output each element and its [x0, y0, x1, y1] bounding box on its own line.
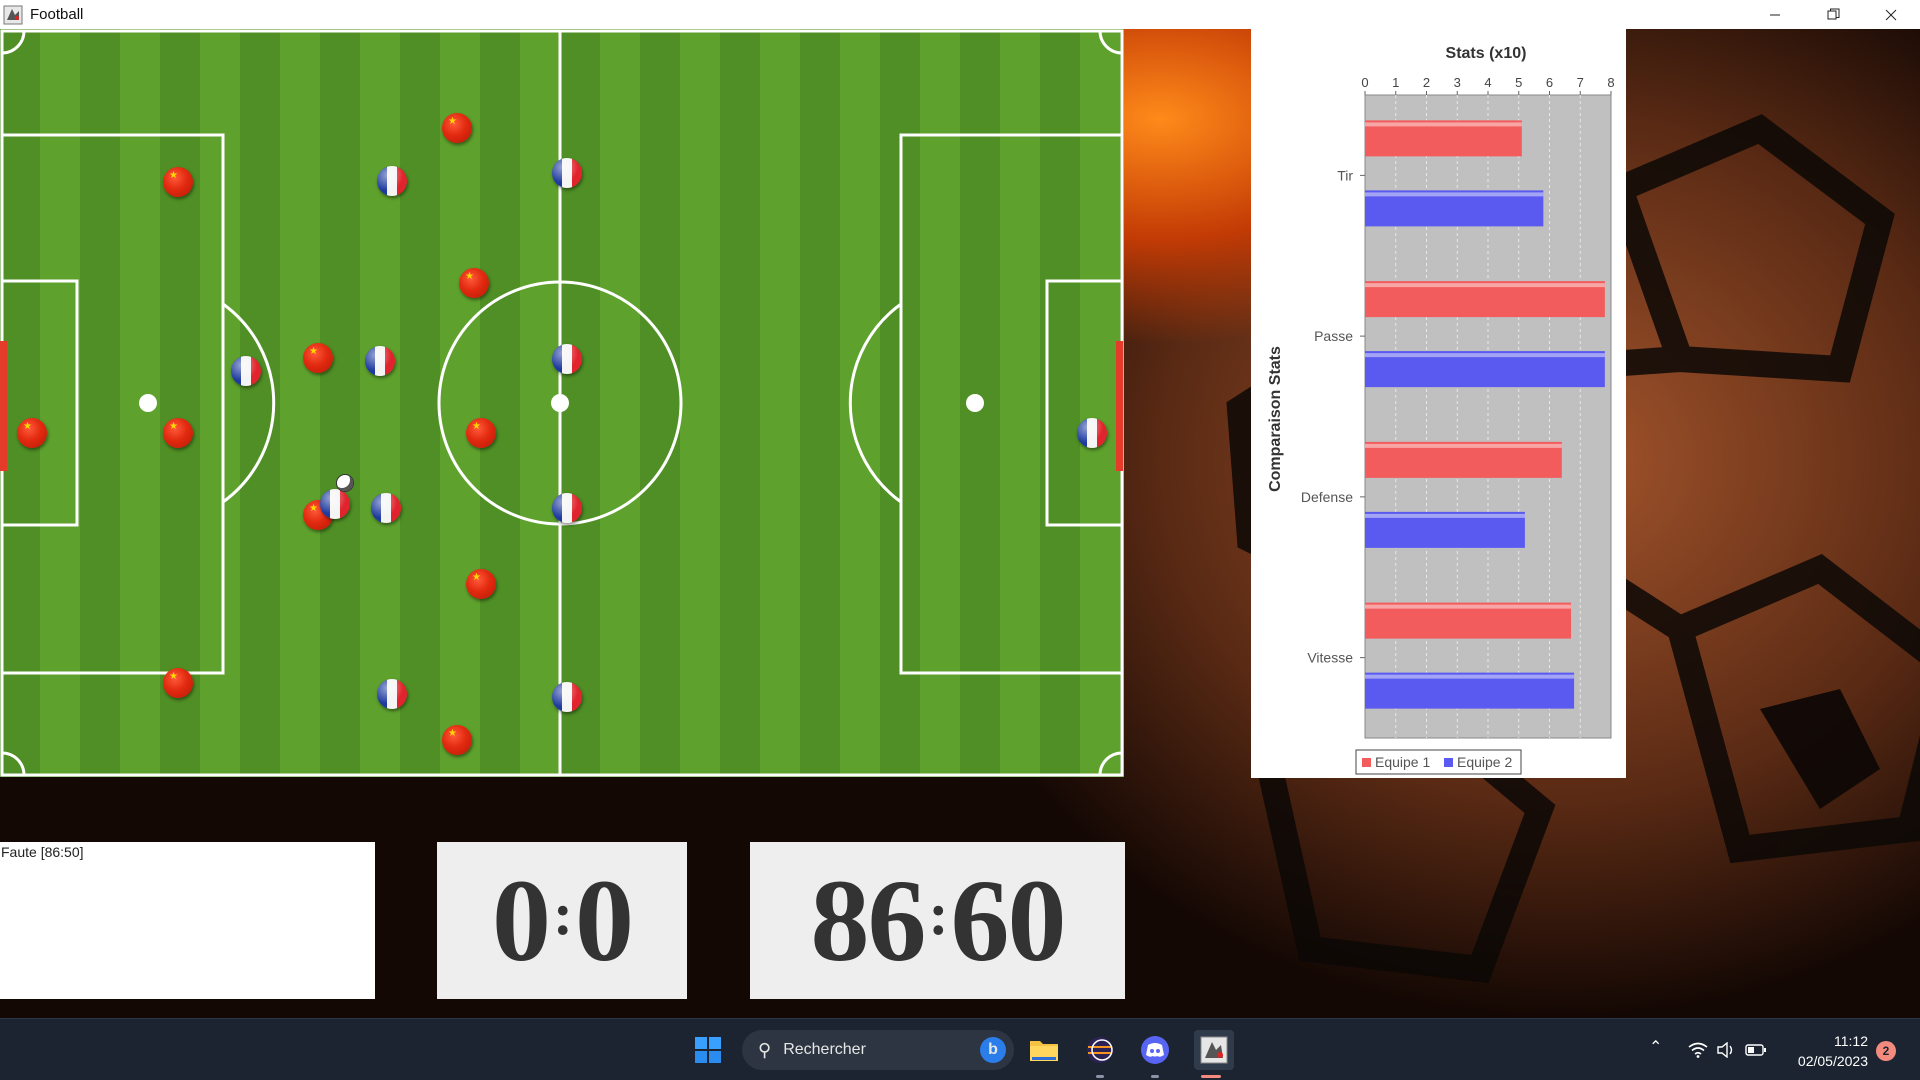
football-ball-icon [336, 474, 354, 492]
chevron-up-icon[interactable]: ⌃ [1649, 1037, 1662, 1057]
score-separator: : [553, 881, 573, 947]
france-player-icon [377, 679, 407, 709]
france-player-icon [371, 493, 401, 523]
football-app-active-indicator [1201, 1075, 1221, 1078]
bar-highlight [1365, 122, 1522, 127]
eclipse-button[interactable] [1084, 1034, 1116, 1066]
search-placeholder: Rechercher [783, 1041, 866, 1058]
minimize-button[interactable] [1746, 0, 1804, 29]
system-time: 11:12 [1834, 1033, 1868, 1049]
france-player-icon [320, 489, 350, 519]
bar-highlight [1365, 513, 1525, 518]
battery-icon[interactable] [1745, 1043, 1767, 1057]
app-content: ★ ★ ★ ★ ★ ★ ★ ★ ★ ★ ★ Stats (x10) Comparaison Stat… [0, 29, 1920, 1018]
event-log: Faute [86:50] [0, 842, 375, 999]
clock-seconds: 60 [950, 854, 1066, 986]
france-player-icon [377, 166, 407, 196]
x-tick-label: 3 [1454, 75, 1461, 90]
legend-label-equipe-1: Equipe 1 [1375, 754, 1430, 770]
event-log-entry: Faute [86:50] [1, 844, 84, 860]
france-player-icon [552, 158, 582, 188]
category-label: Vitesse [1307, 650, 1353, 666]
france-player-icon [552, 682, 582, 712]
category-label: Passe [1314, 328, 1353, 344]
match-clock: 86 : 60 [750, 842, 1125, 999]
window-titlebar: Football [0, 0, 1920, 29]
france-player-icon [231, 356, 261, 386]
taskbar: ⚲ Rechercher b ⌃ 11:12 02/05/2023 2 [0, 1018, 1920, 1080]
scoreboard: 0 : 0 [437, 842, 687, 999]
pitch-markings [0, 29, 1124, 777]
clock-separator: : [928, 881, 949, 947]
taskbar-search[interactable]: ⚲ Rechercher b [742, 1030, 1014, 1070]
bar-highlight [1365, 283, 1605, 288]
discord-button[interactable] [1139, 1034, 1171, 1066]
bar-highlight [1365, 443, 1562, 448]
system-date: 02/05/2023 [1797, 1053, 1868, 1069]
chart-title: Stats (x10) [1446, 45, 1527, 62]
legend-label-equipe-2: Equipe 2 [1457, 754, 1512, 770]
china-player-icon: ★ [459, 268, 489, 298]
wifi-icon[interactable] [1688, 1042, 1708, 1058]
china-player-icon: ★ [466, 569, 496, 599]
france-player-icon [1077, 418, 1107, 448]
china-player-icon: ★ [442, 113, 472, 143]
score-team-2: 0 [574, 854, 634, 986]
china-player-icon: ★ [163, 668, 193, 698]
restore-button[interactable] [1804, 0, 1862, 29]
x-tick-label: 0 [1361, 75, 1368, 90]
eclipse-running-indicator [1096, 1075, 1104, 1078]
stats-chart: Stats (x10) Comparaison Stats 012345678 … [1267, 45, 1615, 775]
bing-icon[interactable]: b [980, 1037, 1006, 1063]
football-app-icon [1200, 1036, 1228, 1064]
legend-swatch-equipe-2 [1444, 758, 1453, 767]
china-player-icon: ★ [17, 418, 47, 448]
china-player-icon: ★ [163, 418, 193, 448]
bar-highlight [1365, 353, 1605, 358]
x-tick-label: 5 [1515, 75, 1522, 90]
window-title: Football [30, 6, 84, 23]
france-player-icon [365, 346, 395, 376]
bar-highlight [1365, 674, 1575, 679]
legend-swatch-equipe-1 [1362, 758, 1371, 767]
x-tick-label: 1 [1392, 75, 1399, 90]
x-tick-label: 8 [1607, 75, 1614, 90]
category-label: Defense [1301, 489, 1353, 505]
bar-highlight [1365, 604, 1572, 609]
close-button[interactable] [1862, 0, 1920, 29]
football-app-button[interactable] [1194, 1030, 1234, 1070]
china-player-icon: ★ [442, 725, 472, 755]
x-tick-label: 2 [1423, 75, 1430, 90]
search-icon: ⚲ [758, 1039, 772, 1060]
football-pitch: ★ ★ ★ ★ ★ ★ ★ ★ ★ ★ ★ [0, 29, 1124, 777]
china-player-icon: ★ [303, 343, 333, 373]
chart-ylabel: Comparaison Stats [1267, 346, 1284, 492]
discord-running-indicator [1151, 1075, 1159, 1078]
china-player-icon: ★ [466, 418, 496, 448]
folder-icon [1030, 1041, 1058, 1061]
x-tick-label: 6 [1546, 75, 1553, 90]
chart-legend: Equipe 1 Equipe 2 [1355, 749, 1522, 775]
left-goal [0, 341, 7, 471]
volume-icon[interactable] [1716, 1042, 1736, 1058]
x-tick-label: 4 [1484, 75, 1491, 90]
app-icon [3, 4, 23, 25]
start-button[interactable] [692, 1034, 724, 1066]
stats-chart-panel: Stats (x10) Comparaison Stats 012345678 … [1251, 29, 1626, 778]
system-clock[interactable]: 11:12 02/05/2023 [1782, 1031, 1868, 1071]
right-goal [1116, 341, 1123, 471]
bar-highlight [1365, 192, 1544, 197]
france-player-icon [552, 493, 582, 523]
eclipse-icon [1087, 1037, 1113, 1063]
france-player-icon [552, 344, 582, 374]
x-tick-label: 7 [1577, 75, 1584, 90]
category-label: Tir [1337, 167, 1353, 183]
notification-badge[interactable]: 2 [1876, 1041, 1896, 1061]
score-team-1: 0 [492, 854, 551, 986]
china-player-icon: ★ [163, 167, 193, 197]
clock-minutes: 86 [810, 854, 927, 986]
windows-logo-icon [695, 1037, 721, 1063]
discord-icon [1141, 1036, 1169, 1064]
file-explorer-button[interactable] [1028, 1034, 1060, 1066]
